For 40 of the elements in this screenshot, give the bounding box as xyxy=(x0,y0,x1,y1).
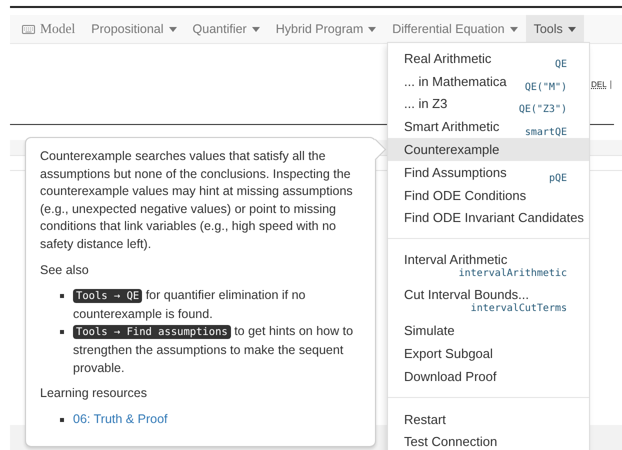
keyboard-icon xyxy=(22,24,35,34)
caret-icon xyxy=(168,26,177,32)
menu-item[interactable]: Cut Interval Bounds... intervalCutTerms xyxy=(388,284,589,320)
caret-icon xyxy=(568,26,576,32)
menu-item[interactable]: Find ODE Conditions xyxy=(388,184,589,207)
brand-label[interactable]: Model xyxy=(40,21,76,37)
menu-item[interactable]: Restart xyxy=(388,408,589,431)
menu-item[interactable]: Smart Arithmetic smartQE xyxy=(388,115,589,138)
code-chip: Tools → Find assumptions xyxy=(73,325,231,340)
caret-icon xyxy=(368,26,376,32)
menu-item[interactable]: Simulate xyxy=(388,319,589,342)
nav-tab[interactable]: Propositional xyxy=(83,15,185,43)
text-fragment: DEL xyxy=(591,80,607,88)
list-item-text: Tools → Find assumptions to get hints on how to strengthen the assumptions to make the sequent provable. xyxy=(73,323,354,377)
bullet-icon xyxy=(60,294,64,298)
text-cursor: | xyxy=(610,79,612,89)
resource-link[interactable]: 06: Truth & Proof xyxy=(73,410,168,428)
menu-item[interactable]: Download Proof xyxy=(388,364,589,388)
menu-item[interactable]: Interval Arithmetic intervalArithmetic xyxy=(388,249,589,284)
bullet-icon xyxy=(60,418,64,422)
menu-item[interactable]: Counterexample xyxy=(388,138,589,161)
list-item-text: Tools → QE for quantifier elimination if no counterexample is found. xyxy=(73,287,307,323)
nav-tab[interactable]: Quantifier xyxy=(184,15,268,43)
menu-item[interactable]: Find Assumptions pQE xyxy=(388,160,589,184)
menu-item[interactable]: Test Connection xyxy=(388,430,589,450)
section-heading: Learning resources xyxy=(40,385,148,402)
caret-icon xyxy=(252,26,260,32)
nav-tab[interactable]: Tools xyxy=(526,15,584,43)
description-paragraph: Counterexample searches values that satisfy all the assumptions but none of the conclusions. Inspecting the counterexample values may hint at missing assumptions (e.g., unexpected negative values) or point to missing conditions that link variables (e.g., high speed with no safety distance left). xyxy=(40,148,354,253)
code-chip: Tools → QE xyxy=(73,289,142,304)
nav-tab[interactable]: Differential Equation xyxy=(384,15,526,43)
menu-item[interactable]: Real Arithmetic QE xyxy=(388,47,589,70)
menu-item[interactable]: ... in Z3 QE("Z3") xyxy=(388,92,589,116)
bullet-icon xyxy=(60,330,64,334)
section-heading: See also xyxy=(40,262,90,279)
menu-item[interactable]: ... in Mathematica QE("M") xyxy=(388,70,589,93)
menu-item[interactable]: Find ODE Invariant Candidates xyxy=(388,206,589,230)
menu-item[interactable]: Export Subgoal xyxy=(388,342,589,365)
nav-tab[interactable]: Hybrid Program xyxy=(268,15,384,43)
caret-icon xyxy=(510,26,518,32)
